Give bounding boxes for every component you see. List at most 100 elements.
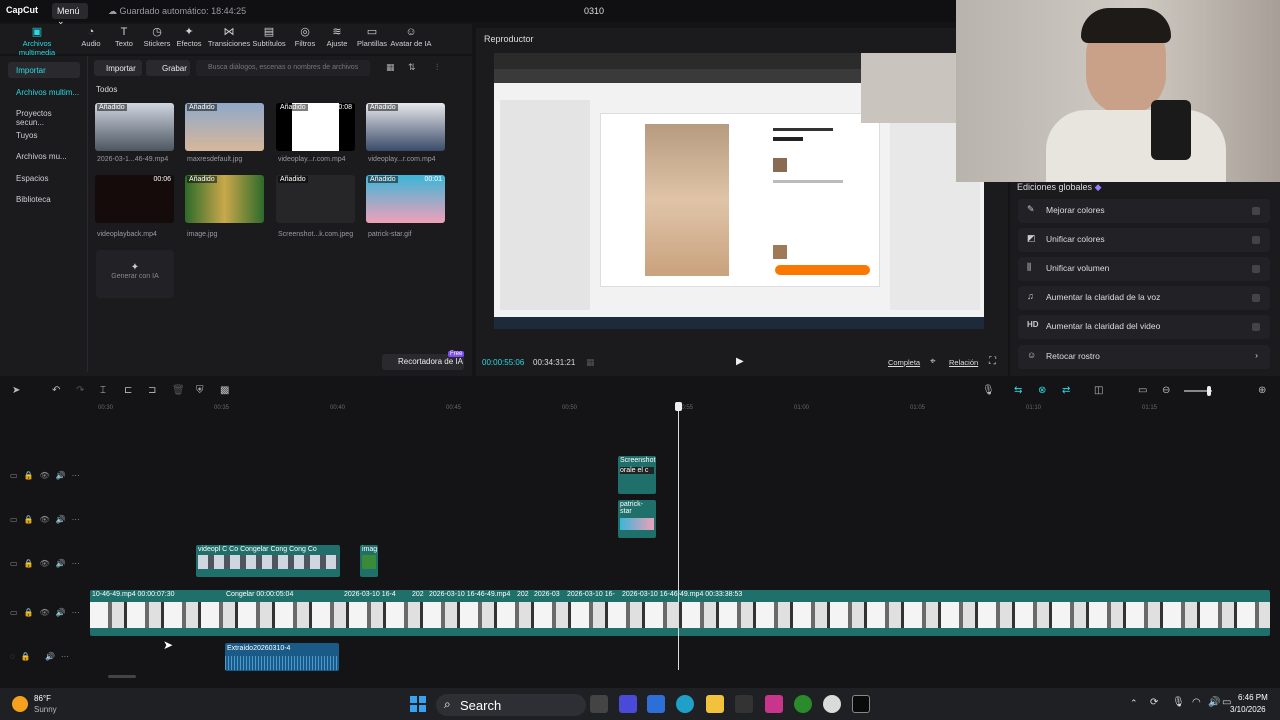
tool-transitions[interactable]: ⋈ Transiciones — [207, 26, 251, 48]
filter-icon[interactable]: ⫶ — [436, 62, 438, 73]
taskbar-date[interactable]: 3/10/2026 — [1230, 705, 1266, 714]
option-video-clarity[interactable]: HD Aumentar la claridad del video — [1018, 315, 1270, 339]
file-explorer-icon[interactable] — [706, 695, 724, 713]
outlook-icon[interactable] — [647, 695, 665, 713]
option-retouch-face[interactable]: ☺ Retocar rostro › — [1018, 345, 1270, 369]
taskbar-clock[interactable]: 6:46 PM — [1238, 693, 1268, 702]
instagram-icon[interactable] — [765, 695, 783, 713]
fullscreen-icon[interactable]: ⛶ — [989, 356, 996, 367]
option-toggle[interactable] — [1252, 236, 1260, 244]
sidebar-item-yours[interactable]: Tuyos — [8, 127, 80, 143]
trim-left-icon[interactable]: ⊏ — [124, 385, 132, 396]
media-thumb[interactable]: Añadido — [276, 175, 355, 223]
media-thumb[interactable]: Añadido — [366, 103, 445, 151]
undo-icon[interactable]: ↶ — [52, 385, 60, 396]
media-search-input[interactable]: Busca diálogos, escenas o nombres de arc… — [196, 60, 370, 76]
tool-stickers[interactable]: ◷ Stickers — [140, 26, 174, 48]
grid-icon[interactable]: ▦ — [586, 357, 595, 368]
tool-filters[interactable]: ◎ Filtros — [288, 26, 322, 48]
trim-right-icon[interactable]: ⊐ — [148, 385, 156, 396]
tool-avatar[interactable]: ☺ Avatar de IA — [390, 26, 432, 48]
preview-axis-icon[interactable]: ◫ — [1094, 385, 1103, 396]
option-enhance-colors[interactable]: ✎ Mejorar colores — [1018, 199, 1270, 223]
tool-effects[interactable]: ✦ Efectos — [172, 26, 206, 48]
zoom-in-icon[interactable]: ⊕ — [1258, 385, 1266, 396]
overlay-clip-group[interactable]: videopl C Co Congelar Cong Cong Co — [196, 545, 340, 577]
zoom-out-icon[interactable]: ⊖ — [1162, 385, 1170, 396]
split-icon[interactable]: ⌶ — [100, 385, 106, 396]
freeze-icon[interactable]: ▩ — [220, 385, 229, 396]
media-thumb[interactable]: 00:06 — [95, 175, 174, 223]
media-thumb[interactable]: Añadido — [185, 175, 264, 223]
overlay-clip[interactable]: imag — [360, 545, 378, 577]
media-thumb[interactable]: Añadido 00:01 — [366, 175, 445, 223]
play-button[interactable]: ▶ — [736, 356, 744, 367]
sidebar-item-spaces[interactable]: Espacios — [8, 170, 80, 186]
import-button[interactable]: Importar — [94, 60, 142, 76]
option-toggle[interactable] — [1252, 323, 1260, 331]
link-icon[interactable]: ⇆ — [1014, 385, 1022, 396]
zoom-app-icon[interactable] — [619, 695, 637, 713]
option-toggle[interactable] — [1252, 294, 1260, 302]
tray-sync-icon[interactable]: ⟳ — [1150, 697, 1158, 708]
generate-ai-button[interactable]: ✦ Generar con IA — [96, 250, 174, 298]
playhead-handle[interactable] — [675, 402, 682, 411]
store-icon[interactable] — [735, 695, 753, 713]
task-view-icon[interactable] — [590, 695, 608, 713]
media-thumb[interactable]: Añadido — [185, 103, 264, 151]
overlay-clip[interactable]: Screenshot orale el c — [618, 456, 656, 494]
track-controls[interactable]: ◌🔒 🔊⋯ — [10, 652, 75, 661]
sidebar-item-media[interactable]: Archivos multim... — [8, 84, 80, 100]
taskbar-search[interactable]: ⌕ Search — [436, 694, 586, 716]
xbox-icon[interactable] — [794, 695, 812, 713]
timeline-scrollbar[interactable] — [108, 675, 136, 678]
tray-mic-icon[interactable]: 🎙 — [1172, 697, 1185, 708]
grid-view-icon[interactable]: ▦ — [386, 62, 395, 73]
media-thumb[interactable]: Añadido — [95, 103, 174, 151]
chrome-icon[interactable] — [823, 695, 841, 713]
cursor-icon[interactable]: ➤ — [12, 385, 20, 396]
full-quality-button[interactable]: Completa — [888, 358, 920, 367]
snap-icon[interactable]: ⇄ — [1062, 385, 1070, 396]
tray-chevron-icon[interactable]: ⌃ — [1130, 698, 1138, 709]
overlay-clip[interactable]: patrick-star — [618, 500, 656, 538]
tool-adjust[interactable]: ≋ Ajuste — [320, 26, 354, 48]
captions-icon[interactable]: ▭ — [1138, 385, 1147, 396]
tool-media[interactable]: ▣ Archivos multimedia — [4, 26, 70, 57]
redo-icon[interactable]: ↷ — [76, 385, 84, 396]
capcut-taskbar-icon[interactable] — [852, 695, 870, 713]
menu-button[interactable]: Menú ⌄ — [52, 3, 88, 26]
volume-icon[interactable]: 🔊 — [1208, 697, 1220, 708]
shield-icon[interactable]: ⛨ — [196, 385, 204, 396]
track-controls[interactable]: ▭🔒👁🔊⋯ — [10, 559, 86, 568]
edge-icon[interactable] — [676, 695, 694, 713]
wifi-icon[interactable]: ◠ — [1192, 697, 1201, 708]
tool-subtitles[interactable]: ▤ Subtítulos — [252, 26, 286, 48]
microphone-icon[interactable]: 🎙 — [982, 385, 995, 396]
tool-templates[interactable]: ▭ Plantillas — [354, 26, 390, 48]
sidebar-item-files[interactable]: Archivos mu... — [8, 148, 80, 164]
sort-icon[interactable]: ⇅ — [408, 62, 416, 73]
record-button[interactable]: Grabar — [146, 60, 190, 76]
option-toggle[interactable] — [1252, 265, 1260, 273]
option-toggle[interactable] — [1252, 207, 1260, 215]
windows-start-icon[interactable] — [410, 696, 426, 712]
sidebar-item-projects[interactable]: Proyectos secun... — [8, 105, 80, 127]
ratio-button[interactable]: Relación — [949, 358, 978, 367]
tool-text[interactable]: T Texto — [107, 26, 141, 48]
playhead[interactable] — [678, 404, 679, 670]
zoom-slider-handle[interactable] — [1207, 386, 1211, 396]
track-controls[interactable]: ▭🔒👁🔊⋯ — [10, 515, 86, 524]
media-thumb[interactable]: Añadido 00:08 — [276, 103, 355, 151]
delete-icon[interactable]: 🗑 — [172, 385, 185, 396]
track-controls[interactable]: ▭🔒👁🔊⋯ — [10, 608, 86, 617]
option-unify-volume[interactable]: ⫼ Unificar volumen — [1018, 257, 1270, 281]
magnet-icon[interactable]: ⊗ — [1038, 385, 1046, 396]
track-controls[interactable]: ▭🔒👁🔊⋯ — [10, 471, 86, 480]
snapshot-icon[interactable]: ⌖ — [930, 356, 936, 367]
option-unify-colors[interactable]: ◩ Unificar colores — [1018, 228, 1270, 252]
tool-audio[interactable]: ◔ Audio — [74, 26, 108, 48]
sidebar-item-library[interactable]: Biblioteca — [8, 191, 80, 207]
option-voice-clarity[interactable]: ♫ Aumentar la claridad de la voz — [1018, 286, 1270, 310]
sidebar-item-import[interactable]: Importar — [8, 62, 80, 78]
